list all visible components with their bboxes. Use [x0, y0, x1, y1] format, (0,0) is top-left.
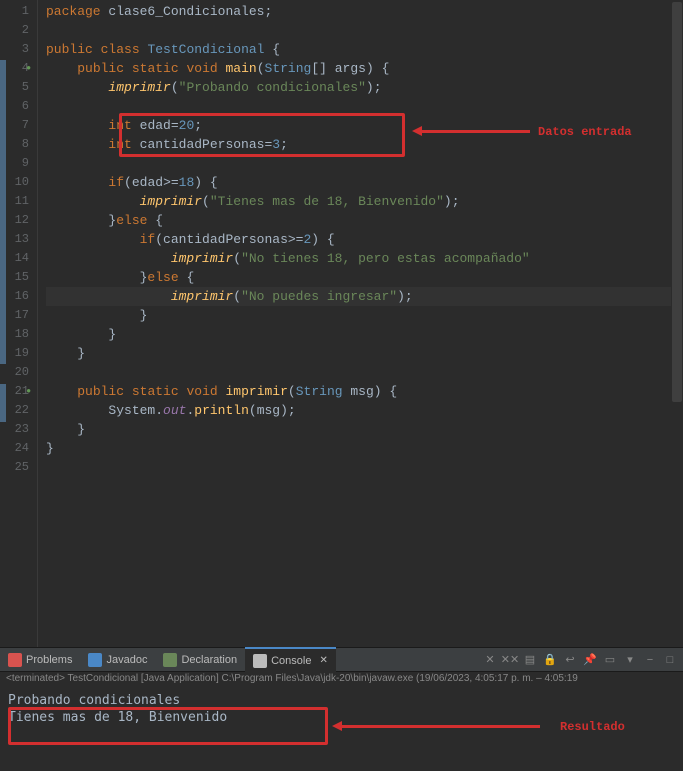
tab-label: Javadoc	[106, 654, 147, 666]
remove-launch-icon[interactable]: ✕	[481, 651, 499, 669]
code-line[interactable]: public static void main(String[] args) {	[46, 59, 683, 78]
code-line[interactable]: }	[46, 439, 683, 458]
minimize-icon[interactable]: −	[641, 651, 659, 669]
remove-all-icon[interactable]: ✕✕	[501, 651, 519, 669]
maximize-icon[interactable]: □	[661, 651, 679, 669]
code-line[interactable]: public static void imprimir(String msg) …	[46, 382, 683, 401]
change-marker	[0, 60, 6, 193]
declaration-icon	[163, 653, 177, 667]
code-line[interactable]: }	[46, 420, 683, 439]
tab-console[interactable]: Console ✕	[245, 647, 336, 672]
code-line[interactable]: public class TestCondicional {	[46, 40, 683, 59]
clear-console-icon[interactable]: ▤	[521, 651, 539, 669]
line-number: 2	[0, 21, 29, 40]
scroll-lock-icon[interactable]: 🔒	[541, 651, 559, 669]
code-line[interactable]: }	[46, 325, 683, 344]
code-line[interactable]	[46, 458, 683, 477]
console-icon	[253, 654, 267, 668]
close-tab-icon[interactable]: ✕	[319, 655, 327, 666]
tab-label: Console	[271, 655, 311, 667]
line-number: 21	[0, 382, 29, 401]
display-selected-icon[interactable]: ▭	[601, 651, 619, 669]
annotation-box-output	[8, 707, 328, 745]
code-line[interactable]: if(edad>=18) {	[46, 173, 683, 192]
tab-problems[interactable]: Problems	[0, 647, 80, 672]
line-number: 3	[0, 40, 29, 59]
line-number: 1	[0, 2, 29, 21]
console-status-line: <terminated> TestCondicional [Java Appli…	[0, 672, 683, 688]
change-marker	[0, 193, 6, 364]
code-line[interactable]: imprimir("No tienes 18, pero estas acomp…	[46, 249, 683, 268]
javadoc-icon	[88, 653, 102, 667]
view-tabs: Problems Javadoc Declaration Console ✕ ✕ ✕✕ …	[0, 647, 683, 672]
code-line[interactable]: }	[46, 306, 683, 325]
pin-console-icon[interactable]: 📌	[581, 651, 599, 669]
line-number: 20	[0, 363, 29, 382]
code-editor[interactable]: 1234567891011121314151617181920212223242…	[0, 0, 683, 647]
code-content[interactable]: package clase6_Condicionales;public clas…	[38, 0, 683, 647]
tab-label: Declaration	[181, 654, 237, 666]
console-toolbar: ✕ ✕✕ ▤ 🔒 ↩ 📌 ▭ ▾ − □	[481, 651, 683, 669]
line-number: 23	[0, 420, 29, 439]
code-line[interactable]: imprimir("Probando condicionales");	[46, 78, 683, 97]
annotation-label-output: Resultado	[560, 720, 625, 734]
code-line[interactable]	[46, 21, 683, 40]
vertical-scrollbar[interactable]	[671, 0, 683, 647]
code-line[interactable]	[46, 363, 683, 382]
code-line[interactable]: }	[46, 344, 683, 363]
code-line[interactable]: imprimir("Tienes mas de 18, Bienvenido")…	[46, 192, 683, 211]
annotation-arrow	[420, 130, 530, 133]
word-wrap-icon[interactable]: ↩	[561, 651, 579, 669]
scrollbar-thumb[interactable]	[672, 2, 682, 402]
line-number: 24	[0, 439, 29, 458]
annotation-box-input	[119, 113, 405, 157]
problems-icon	[8, 653, 22, 667]
annotation-label-input: Datos entrada	[538, 125, 632, 139]
code-line[interactable]: }else {	[46, 268, 683, 287]
tab-declaration[interactable]: Declaration	[155, 647, 245, 672]
tab-label: Problems	[26, 654, 72, 666]
annotation-arrow	[340, 725, 540, 728]
line-number: 4	[0, 59, 29, 78]
tab-javadoc[interactable]: Javadoc	[80, 647, 155, 672]
open-console-icon[interactable]: ▾	[621, 651, 639, 669]
code-line[interactable]: package clase6_Condicionales;	[46, 2, 683, 21]
code-line[interactable]: if(cantidadPersonas>=2) {	[46, 230, 683, 249]
code-line[interactable]: }else {	[46, 211, 683, 230]
line-number: 25	[0, 458, 29, 477]
code-line[interactable]: imprimir("No puedes ingresar");	[46, 287, 683, 306]
code-line[interactable]: System.out.println(msg);	[46, 401, 683, 420]
